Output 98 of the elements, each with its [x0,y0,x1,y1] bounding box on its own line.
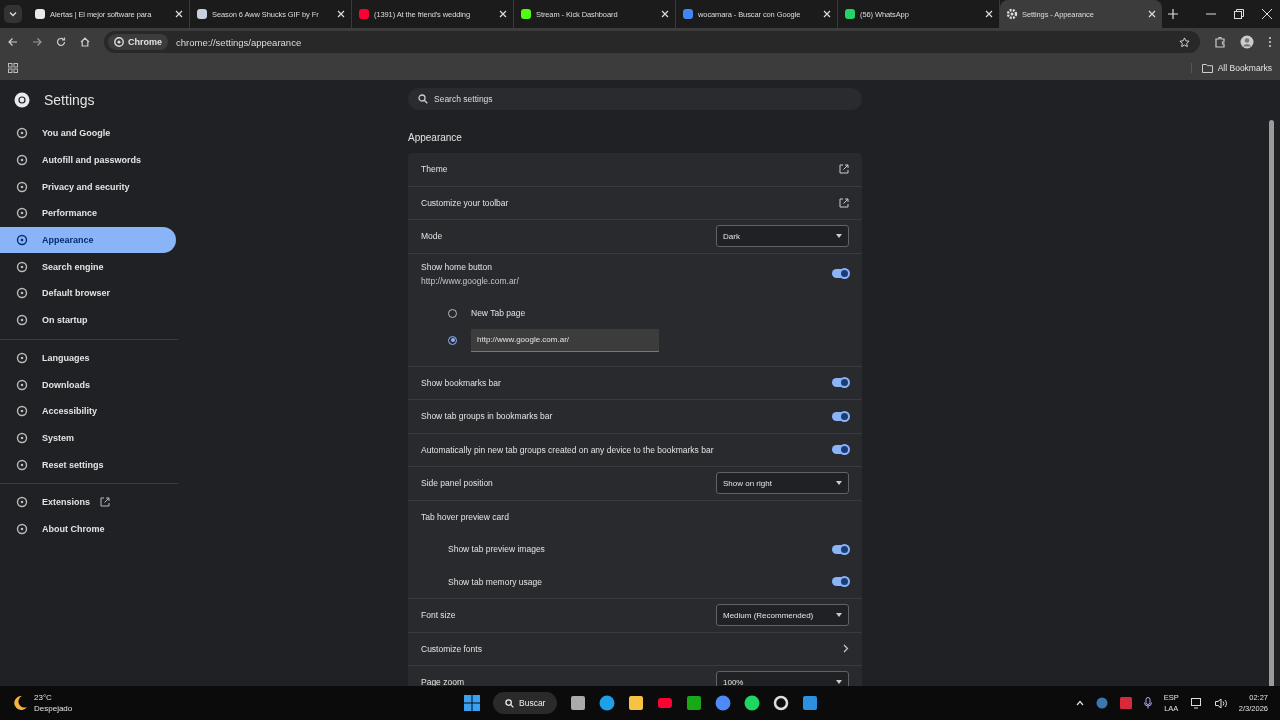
speaker-icon[interactable] [1214,697,1227,709]
favicon-icon [844,8,856,20]
sidebar-item[interactable]: You and Google [0,120,176,147]
menu-icon[interactable] [1268,36,1272,48]
new-tab-icon[interactable] [1168,9,1178,19]
toggle-switch[interactable] [832,544,849,554]
external-link-icon[interactable] [839,197,849,208]
taskbar-search-button[interactable]: Buscar [493,692,558,714]
setting-label: Side panel position [421,478,493,489]
sidebar-item[interactable]: Privacy and security [0,173,176,201]
bookmark-star-icon[interactable] [1179,36,1190,48]
app-tray-icon[interactable] [1095,697,1108,709]
scrollbar[interactable] [1269,120,1276,686]
dropdown[interactable]: Dark [716,225,849,248]
app-tray-icon[interactable] [1119,697,1132,709]
tab-list-button[interactable] [4,5,22,23]
temperature: 23°C [34,693,53,702]
close-icon[interactable] [985,10,993,18]
close-icon[interactable] [337,10,345,18]
sidebar-item[interactable]: Downloads [0,371,176,398]
toggle-switch[interactable] [832,269,849,278]
close-icon[interactable] [823,10,831,18]
dropdown[interactable]: 100% [716,671,849,686]
radio-label: New Tab page [471,308,526,318]
network-icon[interactable] [1190,697,1203,709]
toggle-switch[interactable] [832,378,849,388]
sidebar-item[interactable]: Default browser [0,280,176,307]
toggle-switch[interactable] [832,445,849,455]
section-title: Appearance [408,132,463,143]
windows-start-icon[interactable] [464,695,480,711]
dropdown[interactable]: Show on right [716,472,849,495]
setting-label: Theme [421,164,448,175]
close-icon[interactable] [499,10,507,18]
forward-icon[interactable] [32,37,42,47]
setting-label: Customize fonts [421,643,482,654]
caret-icon [836,234,842,239]
home-icon[interactable] [80,37,90,47]
sidebar-item[interactable]: Extensions [0,488,176,516]
chevron-right-icon[interactable] [843,644,849,654]
sidebar-item[interactable]: Reset settings [0,451,176,478]
favicon-icon [1006,8,1018,20]
close-icon[interactable] [175,10,183,18]
search-input[interactable]: Search settings [434,94,852,104]
setting-label: Automatically pin new tab groups created on any device to the bookmarks bar [421,444,714,455]
settings-title: Settings [44,92,95,108]
sidebar-item[interactable]: System [0,424,176,452]
moon-icon [12,695,28,711]
sidebar-item[interactable]: Autofill and passwords [0,146,176,174]
chrome-logo-icon [14,92,30,108]
site-chip[interactable]: Chrome [108,34,168,50]
sidebar-item[interactable]: Search engine [0,253,176,281]
close-icon[interactable] [661,10,669,18]
caret-icon [836,481,842,486]
chevron-down-icon [8,9,18,19]
external-link-icon[interactable] [839,164,849,175]
restore-icon[interactable] [1234,9,1244,19]
setting-label: Show bookmarks bar [421,377,501,388]
sidebar-item[interactable]: Performance [0,200,176,227]
sidebar-item[interactable]: Appearance [0,226,176,254]
setting-label: Show tab preview images [448,544,545,555]
sidebar-item[interactable]: About Chrome [0,515,176,543]
weather-text: Despejado [34,704,73,713]
all-bookmarks-button[interactable]: All Bookmarks [1190,63,1272,73]
microphone-icon[interactable] [1143,697,1152,709]
back-icon[interactable] [8,37,18,47]
url-input-field[interactable]: http://www.google.com.ar/ [471,328,659,352]
dropdown[interactable]: Medium (Recommended) [716,604,849,627]
favicon-icon [358,8,370,20]
favicon-icon [520,8,532,20]
favicon-icon [34,8,46,20]
apps-grid-icon[interactable] [8,63,18,73]
favicon-icon [682,8,694,20]
external-link-icon [100,497,110,508]
extensions-icon[interactable] [1214,36,1226,48]
setting-sublabel: http://www.google.com.ar/ [421,275,519,286]
toggle-switch[interactable] [832,577,849,587]
address-bar[interactable]: Chrome chrome://settings/appearance [104,31,1200,53]
reload-icon[interactable] [56,37,66,47]
sidebar-item[interactable]: Languages [0,344,176,372]
setting-label: Customize your toolbar [421,197,509,208]
chevron-up-icon[interactable] [1075,700,1084,706]
setting-label: Font size [421,610,456,621]
close-icon[interactable] [1148,10,1156,18]
search-field[interactable]: Search settings [408,88,862,110]
setting-label: Show home button [421,261,493,272]
setting-label: Show tab groups in bookmarks bar [421,411,553,422]
profile-avatar-icon[interactable] [1240,35,1254,49]
toggle-switch[interactable] [832,411,849,421]
chrome-logo-icon [114,37,124,47]
close-icon[interactable] [1262,9,1272,19]
sidebar-item[interactable]: Accessibility [0,397,176,425]
caret-icon [836,613,842,618]
favicon-icon [196,8,208,20]
sidebar-item[interactable]: On startup [0,306,176,334]
setting-label: Mode [421,231,443,242]
setting-label: Tab hover preview card [421,511,509,522]
url-text: chrome://settings/appearance [176,36,303,48]
setting-label: Show tab memory usage [448,576,543,587]
